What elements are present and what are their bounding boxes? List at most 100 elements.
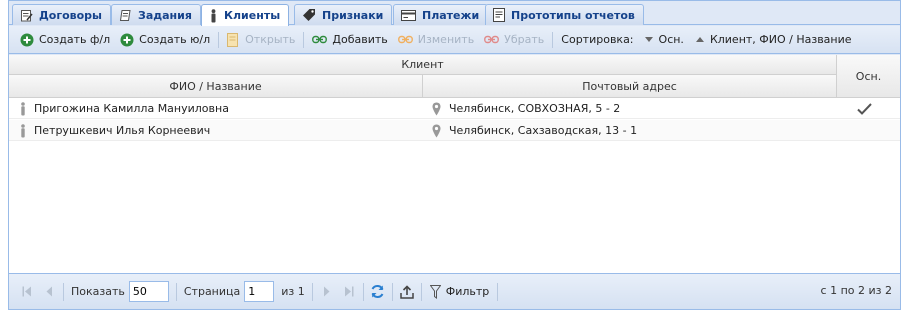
- address-cell: Челябинск, Сахзаводская, 13 - 1: [432, 120, 637, 141]
- open-label: Открыть: [245, 33, 296, 46]
- pager-separator: [362, 282, 364, 301]
- first-page-icon: [22, 286, 31, 297]
- create-legal-label: Создать ю/л: [139, 33, 211, 46]
- toolbar-separator: [218, 31, 220, 48]
- filter-label: Фильтр: [445, 285, 490, 298]
- tab-label: Прототипы отчетов: [511, 8, 635, 22]
- toolbar-separator: [552, 31, 554, 48]
- column-main-label: Осн.: [855, 69, 882, 83]
- last-page-icon: [344, 286, 354, 297]
- tab-tasks[interactable]: Задания: [111, 4, 201, 25]
- sort-secondary-button[interactable]: Клиент, ФИО / Название: [690, 33, 858, 46]
- table-row[interactable]: Петрушкевич Илья Корнеевич Челябинск, Са…: [9, 120, 900, 141]
- toolbar-separator: [303, 31, 305, 48]
- client-address: Челябинск, Сахзаводская, 13 - 1: [449, 124, 638, 137]
- tab-label: Признаки: [322, 8, 384, 22]
- column-name-label: ФИО / Название: [169, 79, 262, 93]
- column-header-address[interactable]: Почтовый адрес: [423, 75, 837, 98]
- filter-button[interactable]: Фильтр: [425, 281, 495, 303]
- location-pin-icon: [432, 102, 441, 115]
- last-page-button[interactable]: [338, 281, 360, 303]
- person-icon: [211, 8, 216, 22]
- create-individual-label: Создать ф/л: [39, 33, 111, 46]
- prev-page-button[interactable]: [38, 281, 60, 303]
- tab-contracts[interactable]: Договоры: [12, 4, 111, 25]
- contract-icon: [21, 9, 33, 21]
- column-group-header: Клиент: [9, 55, 837, 75]
- sort-primary-label: Осн.: [658, 33, 684, 46]
- page-label: Страница: [183, 285, 241, 298]
- prev-page-icon: [46, 286, 52, 297]
- remove-link-button[interactable]: Убрать: [479, 29, 549, 51]
- first-page-button[interactable]: [16, 281, 38, 303]
- name-cell: Петрушкевич Илья Корнеевич: [20, 120, 210, 141]
- report-icon: [493, 8, 505, 22]
- filter-icon: [429, 284, 441, 299]
- open-button[interactable]: Открыть: [222, 29, 300, 51]
- clients-panel: Договоры Задания Клиенты Признаки Платеж…: [8, 0, 901, 310]
- page-number-input[interactable]: [244, 281, 275, 302]
- refresh-button[interactable]: [367, 281, 389, 303]
- add-circle-icon: [20, 33, 34, 46]
- sort-label: Сортировка:: [561, 33, 634, 46]
- column-address-label: Почтовый адрес: [582, 79, 677, 93]
- unlink-icon: [484, 35, 500, 44]
- pager-separator: [391, 282, 393, 301]
- pager-separator: [420, 282, 422, 301]
- export-icon: [400, 284, 414, 299]
- sort-secondary-label: Клиент, ФИО / Название: [709, 33, 852, 46]
- table-row[interactable]: Пригожина Камилла Мануиловна Челябинск, …: [9, 98, 900, 119]
- next-page-icon: [324, 286, 330, 297]
- add-circle-icon: [120, 33, 134, 46]
- person-icon: [21, 123, 25, 137]
- task-icon: [119, 9, 131, 21]
- client-name: Пригожина Камилла Мануиловна: [34, 102, 229, 115]
- paging-status: с 1 по 2 из 2: [820, 284, 892, 297]
- location-pin-icon: [432, 124, 441, 137]
- pager-separator: [311, 282, 313, 301]
- page-size-label: Показать: [71, 285, 125, 298]
- clients-grid: Клиент ФИО / Название Почтовый адрес Осн…: [9, 55, 900, 274]
- tag-icon: [303, 9, 315, 21]
- link-icon: [312, 35, 328, 44]
- pager-separator: [175, 282, 177, 301]
- create-individual-button[interactable]: Создать ф/л: [15, 29, 115, 51]
- column-header-main[interactable]: Осн.: [837, 55, 900, 98]
- checkmark-icon: [857, 102, 872, 115]
- toolbar: Создать ф/л Создать ю/л Открыть Добавить…: [9, 26, 900, 54]
- column-group-label: Клиент: [401, 58, 444, 71]
- pager-separator: [63, 282, 64, 301]
- remove-label: Убрать: [504, 33, 545, 46]
- create-legal-button[interactable]: Создать ю/л: [115, 29, 215, 51]
- tab-label: Клиенты: [224, 9, 281, 22]
- payment-icon: [401, 9, 416, 21]
- main-cell: [857, 98, 872, 119]
- tab-payments[interactable]: Платежи: [393, 4, 489, 25]
- add-label: Добавить: [332, 33, 388, 46]
- client-address: Челябинск, СОВХОЗНАЯ, 5 - 2: [449, 102, 621, 115]
- tab-strip: Договоры Задания Клиенты Признаки Платеж…: [9, 1, 900, 26]
- next-page-button[interactable]: [316, 281, 338, 303]
- person-icon: [21, 101, 25, 115]
- open-document-icon: [227, 32, 239, 47]
- client-name: Петрушкевич Илья Корнеевич: [34, 124, 211, 137]
- link-edit-icon: [397, 35, 413, 44]
- sort-primary-button[interactable]: Осн.: [639, 33, 690, 46]
- edit-link-button[interactable]: Изменить: [393, 29, 479, 51]
- refresh-icon: [371, 285, 384, 298]
- tab-report-prototypes[interactable]: Прототипы отчетов: [485, 4, 644, 25]
- tab-label: Задания: [138, 8, 192, 22]
- edit-label: Изменить: [417, 33, 475, 46]
- sort-desc-icon: [644, 36, 653, 42]
- column-header-name[interactable]: ФИО / Название: [9, 75, 423, 98]
- page-count-label: из 1: [281, 285, 305, 298]
- sort-asc-icon: [695, 36, 704, 42]
- pager-separator: [497, 282, 499, 301]
- add-link-button[interactable]: Добавить: [307, 29, 392, 51]
- page-size-input[interactable]: [128, 281, 169, 302]
- tab-attributes[interactable]: Признаки: [294, 4, 393, 25]
- address-cell: Челябинск, СОВХОЗНАЯ, 5 - 2: [432, 98, 620, 119]
- tab-label: Платежи: [422, 8, 480, 22]
- export-button[interactable]: [396, 281, 418, 303]
- tab-clients[interactable]: Клиенты: [201, 4, 290, 26]
